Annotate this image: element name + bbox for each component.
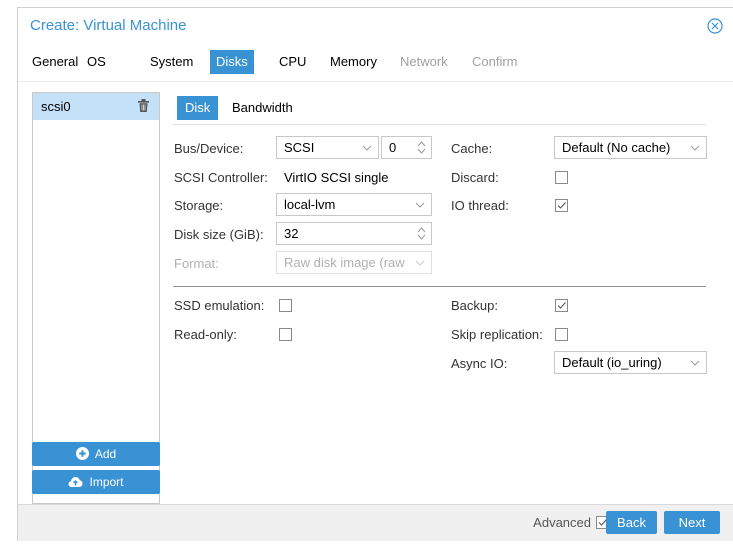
storage-select[interactable]: local-lvm: [276, 193, 432, 216]
tab-os[interactable]: OS: [81, 50, 112, 74]
tab-disk[interactable]: Disk: [177, 96, 219, 120]
checkmark-icon: [557, 302, 566, 309]
plus-circle-icon: [75, 447, 89, 461]
async-io-label: Async IO:: [451, 356, 508, 371]
disk-item-label: scsi0: [41, 99, 71, 114]
cache-select-value: Default (No cache): [562, 140, 671, 155]
tab-system[interactable]: System: [144, 50, 199, 74]
chevron-down-icon[interactable]: [690, 143, 700, 153]
format-label: Format:: [174, 256, 219, 271]
disk-size-value: 32: [284, 226, 299, 241]
read-only-label: Read-only:: [174, 327, 237, 342]
add-button[interactable]: Add: [32, 442, 160, 466]
scsi-controller-label: SCSI Controller:: [174, 170, 268, 185]
ssd-emulation-label: SSD emulation:: [174, 298, 265, 313]
advanced-label: Advanced: [533, 515, 591, 530]
chevron-down-icon[interactable]: [690, 358, 700, 368]
dialog-titlebar: Create: Virtual Machine: [18, 8, 733, 44]
tab-memory[interactable]: Memory: [324, 50, 383, 74]
format-select: Raw disk image (raw: [276, 251, 432, 274]
disk-size-input[interactable]: 32: [276, 222, 432, 245]
backup-label: Backup:: [451, 298, 498, 313]
list-item-scsi0[interactable]: scsi0: [33, 93, 159, 120]
back-button[interactable]: Back: [606, 511, 657, 534]
cache-select[interactable]: Default (No cache): [554, 136, 707, 159]
storage-select-value: local-lvm: [284, 197, 336, 212]
storage-label: Storage:: [174, 198, 224, 213]
tab-disks[interactable]: Disks: [210, 50, 254, 74]
disk-size-label: Disk size (GiB):: [174, 227, 264, 242]
format-select-value: Raw disk image (raw: [284, 255, 405, 270]
chevron-down-icon: [415, 258, 425, 268]
cloud-upload-icon: [68, 476, 83, 487]
chevron-down-icon[interactable]: [415, 200, 425, 210]
discard-checkbox[interactable]: [555, 171, 568, 184]
spinner-arrows-icon[interactable]: [417, 140, 426, 155]
tab-confirm: Confirm: [472, 54, 518, 69]
create-vm-dialog: Create: Virtual Machine General OS Syste…: [17, 7, 733, 541]
spinner-arrows-icon[interactable]: [417, 226, 426, 241]
checkmark-icon: [557, 202, 566, 209]
dialog-footer: Advanced Back Next: [18, 504, 733, 541]
io-thread-label: IO thread:: [451, 198, 509, 213]
device-number-value: 0: [389, 140, 397, 155]
scsi-controller-value: VirtIO SCSI single: [284, 170, 389, 185]
tab-divider: [18, 81, 733, 82]
import-button[interactable]: Import: [32, 470, 160, 494]
discard-label: Discard:: [451, 170, 499, 185]
io-thread-checkbox[interactable]: [555, 199, 568, 212]
tab-general[interactable]: General: [26, 50, 84, 74]
chevron-down-icon[interactable]: [362, 143, 372, 153]
dialog-title: Create: Virtual Machine: [30, 17, 187, 34]
tab-bandwidth[interactable]: Bandwidth: [224, 96, 301, 120]
section-divider: [173, 286, 706, 287]
async-io-select-value: Default (io_uring): [562, 355, 662, 370]
read-only-checkbox[interactable]: [279, 328, 292, 341]
next-button[interactable]: Next: [664, 511, 720, 534]
ssd-emulation-checkbox[interactable]: [279, 299, 292, 312]
device-number-spinner[interactable]: 0: [381, 136, 432, 159]
close-icon[interactable]: [707, 18, 723, 34]
backup-checkbox[interactable]: [555, 299, 568, 312]
add-button-label: Add: [94, 447, 117, 461]
bus-select[interactable]: SCSI: [276, 136, 379, 159]
trash-icon[interactable]: [138, 99, 149, 112]
bus-select-value: SCSI: [284, 140, 315, 155]
subtab-divider: [173, 124, 706, 125]
skip-replication-label: Skip replication:: [451, 327, 543, 342]
bus-device-label: Bus/Device:: [174, 141, 244, 156]
async-io-select[interactable]: Default (io_uring): [554, 351, 707, 374]
tab-network: Network: [400, 54, 448, 69]
import-button-label: Import: [89, 475, 124, 489]
cache-label: Cache:: [451, 141, 493, 156]
tab-cpu[interactable]: CPU: [273, 50, 312, 74]
skip-replication-checkbox[interactable]: [555, 328, 568, 341]
